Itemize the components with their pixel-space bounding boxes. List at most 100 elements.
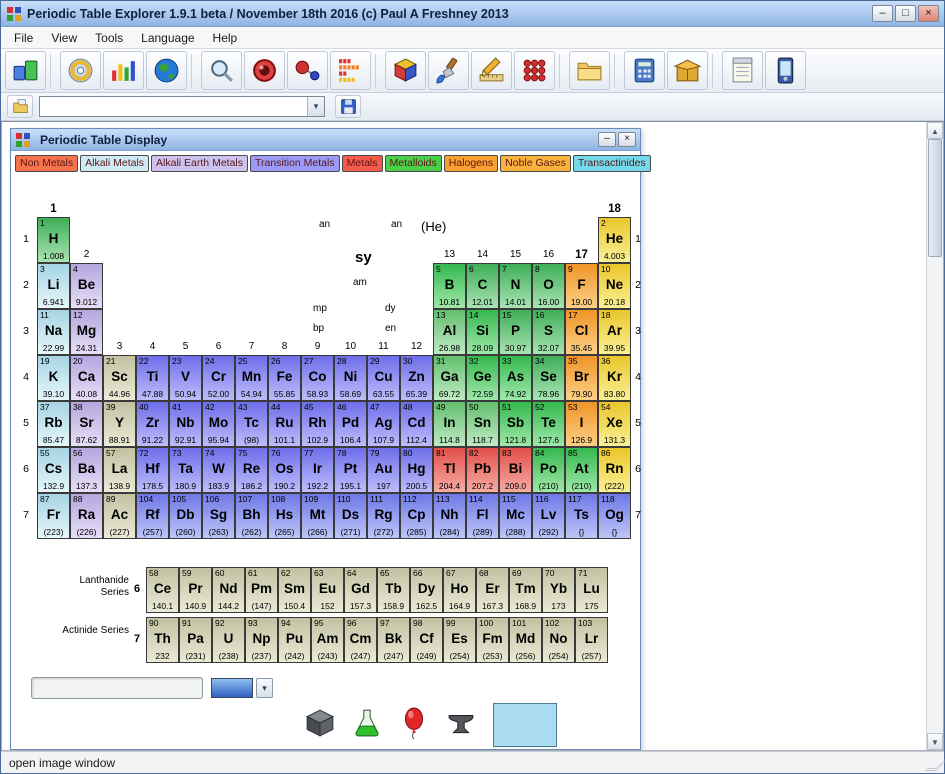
element-Ce[interactable]: 58 Ce 140.1 (146, 567, 179, 613)
element-U[interactable]: 92 U (238) (212, 617, 245, 663)
magnifier-button[interactable] (201, 51, 242, 90)
scroll-up-button[interactable]: ▲ (927, 122, 943, 139)
element-Pu[interactable]: 94 Pu (242) (278, 617, 311, 663)
element-S[interactable]: 16 S 32.07 (532, 309, 565, 355)
element-Yb[interactable]: 70 Yb 173 (542, 567, 575, 613)
element-F[interactable]: 9 F 19.00 (565, 263, 598, 309)
element-Zn[interactable]: 30 Zn 65.39 (400, 355, 433, 401)
element-Dy[interactable]: 66 Dy 162.5 (410, 567, 443, 613)
element-Ir[interactable]: 77 Ir 192.2 (301, 447, 334, 493)
resize-grip[interactable] (924, 759, 945, 771)
element-Ti[interactable]: 22 Ti 47.88 (136, 355, 169, 401)
flask-button[interactable] (350, 705, 384, 743)
element-Br[interactable]: 35 Br 79.90 (565, 355, 598, 401)
element-Er[interactable]: 68 Er 167.3 (476, 567, 509, 613)
element-Xe[interactable]: 54 Xe 131.3 (598, 401, 631, 447)
element-Es[interactable]: 99 Es (254) (443, 617, 476, 663)
element-Ac[interactable]: 89 Ac (227) (103, 493, 136, 539)
element-W[interactable]: 74 W 183.9 (202, 447, 235, 493)
element-Sm[interactable]: 62 Sm 150.4 (278, 567, 311, 613)
element-Se[interactable]: 34 Se 78.96 (532, 355, 565, 401)
element-P[interactable]: 15 P 30.97 (499, 309, 532, 355)
package-button[interactable] (667, 51, 708, 90)
element-Zr[interactable]: 40 Zr 91.22 (136, 401, 169, 447)
cube-button[interactable] (385, 51, 426, 90)
element-Mn[interactable]: 25 Mn 54.94 (235, 355, 268, 401)
element-Ra[interactable]: 88 Ra (226) (70, 493, 103, 539)
element-Y[interactable]: 39 Y 88.91 (103, 401, 136, 447)
element-Pm[interactable]: 61 Pm (147) (245, 567, 278, 613)
element-Pd[interactable]: 46 Pd 106.4 (334, 401, 367, 447)
maximize-button[interactable]: □ (895, 5, 916, 22)
element-Ar[interactable]: 18 Ar 39.95 (598, 309, 631, 355)
element-Ag[interactable]: 47 Ag 107.9 (367, 401, 400, 447)
globe-button[interactable] (146, 51, 187, 90)
element-Np[interactable]: 93 Np (237) (245, 617, 278, 663)
element-Fe[interactable]: 26 Fe 55.85 (268, 355, 301, 401)
disc-button[interactable] (60, 51, 101, 90)
element-Ge[interactable]: 32 Ge 72.59 (466, 355, 499, 401)
element-Cp[interactable]: 112 Cp (285) (400, 493, 433, 539)
element-Nd[interactable]: 60 Nd 144.2 (212, 567, 245, 613)
element-Pt[interactable]: 78 Pt 195.1 (334, 447, 367, 493)
element-O[interactable]: 8 O 16.00 (532, 263, 565, 309)
element-Cd[interactable]: 48 Cd 112.4 (400, 401, 433, 447)
element-H[interactable]: 1 H 1.008 (37, 217, 70, 263)
anvil-button[interactable] (444, 705, 478, 743)
paintbrush-button[interactable] (428, 51, 469, 90)
menu-language[interactable]: Language (132, 29, 203, 47)
element-Rb[interactable]: 37 Rb 85.47 (37, 401, 70, 447)
save-button[interactable] (335, 95, 361, 118)
element-Sr[interactable]: 38 Sr 87.62 (70, 401, 103, 447)
legend-alkali-earth-metals[interactable]: Alkali Earth Metals (151, 155, 248, 172)
element-Mg[interactable]: 12 Mg 24.31 (70, 309, 103, 355)
element-Th[interactable]: 90 Th 232 (146, 617, 179, 663)
menu-tools[interactable]: Tools (86, 29, 132, 47)
dots-grid-button[interactable] (514, 51, 555, 90)
notepad-button[interactable] (722, 51, 763, 90)
balloon-button[interactable] (397, 705, 431, 743)
element-Lu[interactable]: 71 Lu 175 (575, 567, 608, 613)
element-Mt[interactable]: 109 Mt (266) (301, 493, 334, 539)
element-I[interactable]: 53 I 126.9 (565, 401, 598, 447)
scroll-down-button[interactable]: ▼ (927, 733, 943, 750)
element-C[interactable]: 6 C 12.01 (466, 263, 499, 309)
element-Sn[interactable]: 50 Sn 118.7 (466, 401, 499, 447)
element-Hs[interactable]: 108 Hs (265) (268, 493, 301, 539)
element-Bh[interactable]: 107 Bh (262) (235, 493, 268, 539)
element-No[interactable]: 102 No (254) (542, 617, 575, 663)
legend-non-metals[interactable]: Non Metals (15, 155, 79, 172)
combobox-input[interactable] (40, 97, 307, 116)
element-K[interactable]: 19 K 39.10 (37, 355, 70, 401)
menu-view[interactable]: View (42, 29, 86, 47)
element-Pr[interactable]: 59 Pr 140.9 (179, 567, 212, 613)
element-At[interactable]: 85 At (210) (565, 447, 598, 493)
folder-button[interactable] (569, 51, 610, 90)
element-Nb[interactable]: 41 Nb 92.91 (169, 401, 202, 447)
element-Sc[interactable]: 21 Sc 44.96 (103, 355, 136, 401)
equalizer-button[interactable] (330, 51, 371, 90)
element-Pa[interactable]: 91 Pa (231) (179, 617, 212, 663)
element-Be[interactable]: 4 Be 9.012 (70, 263, 103, 309)
pda-button[interactable] (765, 51, 806, 90)
lens-button[interactable] (244, 51, 285, 90)
inner-minimize-button[interactable]: – (598, 132, 616, 147)
calculator-button[interactable] (624, 51, 665, 90)
element-Re[interactable]: 75 Re 186.2 (235, 447, 268, 493)
element-Rf[interactable]: 104 Rf (257) (136, 493, 169, 539)
element-Bk[interactable]: 97 Bk (247) (377, 617, 410, 663)
element-Na[interactable]: 11 Na 22.99 (37, 309, 70, 355)
element-Si[interactable]: 14 Si 28.09 (466, 309, 499, 355)
inner-close-button[interactable]: × (618, 132, 636, 147)
element-Tb[interactable]: 65 Tb 158.9 (377, 567, 410, 613)
element-In[interactable]: 49 In 114.8 (433, 401, 466, 447)
element-Hf[interactable]: 72 Hf 178.5 (136, 447, 169, 493)
element-Cs[interactable]: 55 Cs 132.9 (37, 447, 70, 493)
element-Au[interactable]: 79 Au 197 (367, 447, 400, 493)
element-combobox[interactable]: ▾ (39, 96, 325, 117)
menu-help[interactable]: Help (204, 29, 247, 47)
scroll-thumb[interactable] (928, 139, 942, 257)
element-Ds[interactable]: 110 Ds (271) (334, 493, 367, 539)
element-Li[interactable]: 3 Li 6.941 (37, 263, 70, 309)
bottom-text-field[interactable] (31, 677, 203, 699)
